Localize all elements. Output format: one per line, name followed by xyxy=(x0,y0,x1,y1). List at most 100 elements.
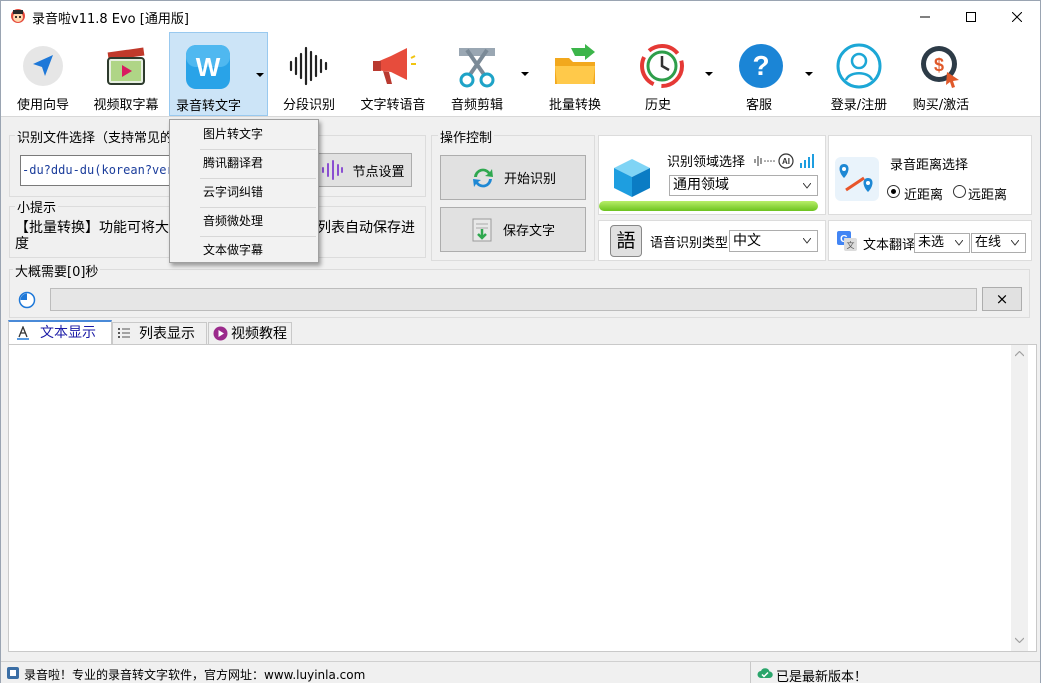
translate-select-2[interactable]: 在线 xyxy=(971,233,1026,253)
list-icon xyxy=(118,328,130,338)
save-text-button[interactable]: 保存文字 xyxy=(440,207,586,252)
tool-video-subtitle[interactable]: 视频取字幕 xyxy=(85,32,167,116)
tab-list-display[interactable]: 列表显示 xyxy=(112,322,207,344)
radio-far[interactable] xyxy=(953,185,966,198)
status-left-text: 录音啦！专业的录音转文字软件，官方网址：www.luyinla.com xyxy=(24,668,366,682)
radio-near[interactable] xyxy=(887,185,900,198)
domain-select[interactable]: 通用领域 xyxy=(669,175,818,196)
chevron-down-icon xyxy=(803,238,811,244)
text-format-icon xyxy=(17,326,29,340)
chevron-down-icon xyxy=(1011,240,1019,246)
close-button[interactable] xyxy=(994,1,1040,32)
tool-label: 批量转换 xyxy=(548,98,601,113)
purchase-coin-icon: $ xyxy=(921,46,959,88)
video-film-icon xyxy=(107,47,145,85)
tool-batch[interactable]: 批量转换 xyxy=(537,32,613,116)
navigation-arrow-icon xyxy=(23,46,63,86)
tab-video-tutorial[interactable]: 视频教程 xyxy=(208,322,292,344)
status-right-text: 已是最新版本！ xyxy=(776,670,868,683)
language-selected-value: 中文 xyxy=(733,233,761,249)
tool-text-to-speech[interactable]: 文字转语音 xyxy=(351,32,435,116)
app-logo-icon xyxy=(11,9,25,23)
maximize-button[interactable] xyxy=(948,1,994,32)
menu-item-text-to-subtitle[interactable]: 文本做字幕 xyxy=(172,237,316,264)
tool-label: 分段识别 xyxy=(282,98,335,113)
menu-item-tencent-translate[interactable]: 腾讯翻译君 xyxy=(172,150,316,177)
waveform-purple-icon xyxy=(322,160,344,180)
file-select-title: 识别文件选择（支持常见的音 xyxy=(15,127,189,146)
menu-item-word-correction[interactable]: 云字词纠错 xyxy=(172,179,316,206)
tool-label: 录音转文字 xyxy=(175,99,241,114)
language-select[interactable]: 中文 xyxy=(729,230,818,252)
tips-text-right: 列表自动保存进 xyxy=(317,220,415,236)
tab-text-display[interactable]: 文本显示 xyxy=(8,320,112,344)
tool-purchase[interactable]: $ 购买/激活 xyxy=(901,32,981,116)
tool-login[interactable]: 登录/注册 xyxy=(821,32,897,116)
tool-history[interactable]: 历史 xyxy=(619,32,717,116)
file-path-input[interactable]: -du?ddu-du(korean?ver xyxy=(20,155,170,186)
minimize-button[interactable] xyxy=(902,1,948,32)
audio-to-text-dropdown-menu: 图片转文字 腾讯翻译君 云字词纠错 音频微处理 文本做字幕 xyxy=(169,119,319,263)
tool-audio-edit[interactable]: 音频剪辑 xyxy=(439,32,531,116)
domain-green-bar xyxy=(599,201,818,211)
radio-far-label: 远距离 xyxy=(968,188,1008,203)
start-recognition-label: 开始识别 xyxy=(503,172,556,187)
help-question-icon: ? xyxy=(739,44,783,88)
waveform-icon xyxy=(289,46,328,86)
progress-label: 大概需要[0]秒 xyxy=(13,261,101,280)
close-icon xyxy=(1012,11,1022,22)
node-settings-label: 节点设置 xyxy=(352,164,405,180)
refresh-icon xyxy=(472,168,493,187)
chevron-down-icon[interactable] xyxy=(521,72,529,76)
google-translate-icon: G 文 xyxy=(837,231,857,251)
status-bar: 录音啦！专业的录音转文字软件，官方网址：www.luyinla.com 已是最新… xyxy=(1,661,1040,683)
menu-item-audio-processing[interactable]: 音频微处理 xyxy=(172,208,316,235)
menu-item-image-to-text[interactable]: 图片转文字 xyxy=(172,121,316,148)
timer-icon xyxy=(18,291,36,309)
cloud-check-icon xyxy=(757,668,773,678)
folder-arrow-icon xyxy=(555,44,595,84)
vertical-scrollbar[interactable] xyxy=(1011,345,1028,651)
chevron-down-icon[interactable] xyxy=(256,73,264,77)
tool-label: 登录/注册 xyxy=(830,98,888,113)
text-display-area[interactable] xyxy=(8,344,1037,652)
distance-label: 录音距离选择 xyxy=(890,158,969,173)
chevron-down-icon xyxy=(803,183,811,189)
svg-text:文: 文 xyxy=(847,240,855,250)
window-title: 录音啦v11.8 Evo [通用版] xyxy=(32,12,189,27)
operation-title: 操作控制 xyxy=(438,127,495,146)
scroll-down-icon[interactable] xyxy=(1015,637,1024,643)
start-recognition-button[interactable]: 开始识别 xyxy=(440,155,586,200)
ai-voice-icon: AI xyxy=(754,153,814,169)
language-label: 语音识别类型 xyxy=(650,236,729,251)
scissors-icon xyxy=(459,48,495,88)
save-text-label: 保存文字 xyxy=(502,224,555,239)
svg-text:W: W xyxy=(195,52,220,82)
tool-support[interactable]: ? 客服 xyxy=(721,32,817,116)
tool-audio-to-text[interactable]: W 录音转文字 xyxy=(169,32,268,116)
chevron-down-icon[interactable] xyxy=(705,72,713,76)
maximize-icon xyxy=(966,11,976,22)
clear-progress-button[interactable]: × xyxy=(982,287,1022,311)
scroll-up-icon[interactable] xyxy=(1015,351,1024,357)
tool-label: 客服 xyxy=(745,98,772,113)
save-document-icon xyxy=(472,218,492,241)
tool-label: 文字转语音 xyxy=(360,98,426,113)
tool-segment[interactable]: 分段识别 xyxy=(271,32,347,116)
main-toolbar: 使用向导 视频取字幕 W 录音转文字 分段识别 文字转语音 音频剪辑 批量转换 … xyxy=(1,32,1040,117)
translate-select-1[interactable]: 未选 xyxy=(914,233,970,253)
app-logo-small-icon xyxy=(7,667,19,679)
tool-label: 视频取字幕 xyxy=(93,98,159,113)
app-window: 录音啦v11.8 Evo [通用版] 使用向导 视频取字幕 W 录音转文字 分段… xyxy=(0,0,1041,683)
node-settings-button[interactable]: 节点设置 xyxy=(313,153,412,187)
translate-option-2: 在线 xyxy=(975,235,1002,250)
domain-selected-value: 通用领域 xyxy=(673,177,729,193)
play-icon xyxy=(213,326,228,341)
translate-option-1: 未选 xyxy=(918,235,945,250)
tips-title: 小提示 xyxy=(15,197,59,216)
history-clock-icon xyxy=(640,44,684,88)
chevron-down-icon[interactable] xyxy=(805,72,813,76)
tool-guide[interactable]: 使用向导 xyxy=(5,32,81,116)
svg-text:?: ? xyxy=(752,50,769,81)
close-icon: × xyxy=(995,290,1009,308)
